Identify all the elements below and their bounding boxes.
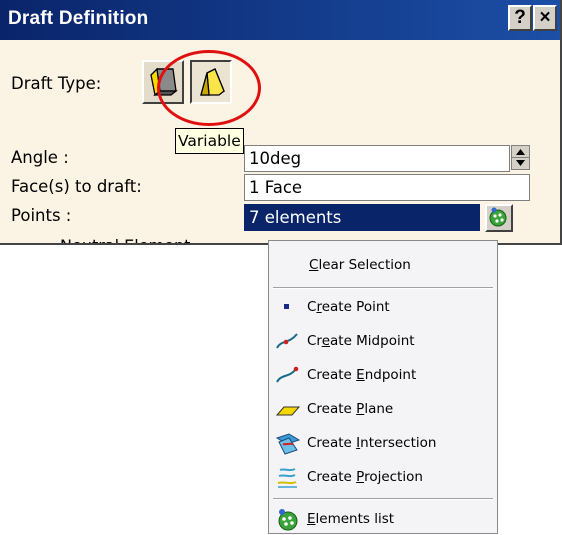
menu-item-create-endpoint[interactable]: Create Endpoint [269, 359, 497, 391]
midpoint-icon [276, 333, 298, 349]
title-bar[interactable]: Draft Definition ? × [0, 0, 560, 40]
faces-to-draft-label: Face(s) to draft: [11, 177, 142, 196]
menu-item-elements-list[interactable]: Elements list [269, 503, 497, 535]
draft-definition-dialog: Draft Definition ? × Draft Type: Angle :… [0, 0, 562, 245]
point-icon [284, 304, 289, 309]
points-input[interactable]: 7 elements [244, 204, 480, 231]
points-context-menu: Clear Selection Create Point Create Midp… [268, 240, 498, 534]
angle-label: Angle : [11, 148, 69, 167]
draft-type-label: Draft Type: [11, 74, 102, 93]
spinner-arrows-icon [512, 149, 529, 166]
menu-item-clear-selection[interactable]: Clear Selection [269, 249, 497, 281]
menu-item-create-midpoint[interactable]: Create Midpoint [269, 325, 497, 357]
angle-spinner[interactable] [511, 145, 530, 170]
menu-item-create-projection[interactable]: Create Projection [269, 461, 497, 493]
endpoint-icon [276, 366, 299, 383]
plane-icon [275, 406, 301, 416]
projection-icon [277, 468, 297, 488]
neutral-element-label-cutoff: Neutral Element [60, 236, 190, 243]
menu-item-create-plane[interactable]: Create Plane [269, 393, 497, 425]
help-button[interactable]: ? [508, 5, 532, 31]
elements-list-icon [278, 509, 298, 531]
dialog-title: Draft Definition [8, 8, 149, 29]
points-list-button[interactable] [485, 204, 513, 232]
menu-separator [273, 287, 493, 289]
menu-item-create-point[interactable]: Create Point [269, 291, 497, 323]
highlight-circle [157, 50, 261, 126]
close-button[interactable]: × [533, 5, 557, 31]
angle-input[interactable]: 10deg [244, 145, 510, 172]
points-label: Points : [11, 206, 72, 225]
menu-item-create-intersection[interactable]: Create Intersection [269, 427, 497, 459]
intersection-icon [275, 433, 301, 455]
menu-separator [273, 498, 493, 500]
variable-tooltip: Variable [175, 128, 244, 154]
elements-list-icon [489, 207, 507, 227]
faces-to-draft-input[interactable]: 1 Face [244, 174, 530, 201]
